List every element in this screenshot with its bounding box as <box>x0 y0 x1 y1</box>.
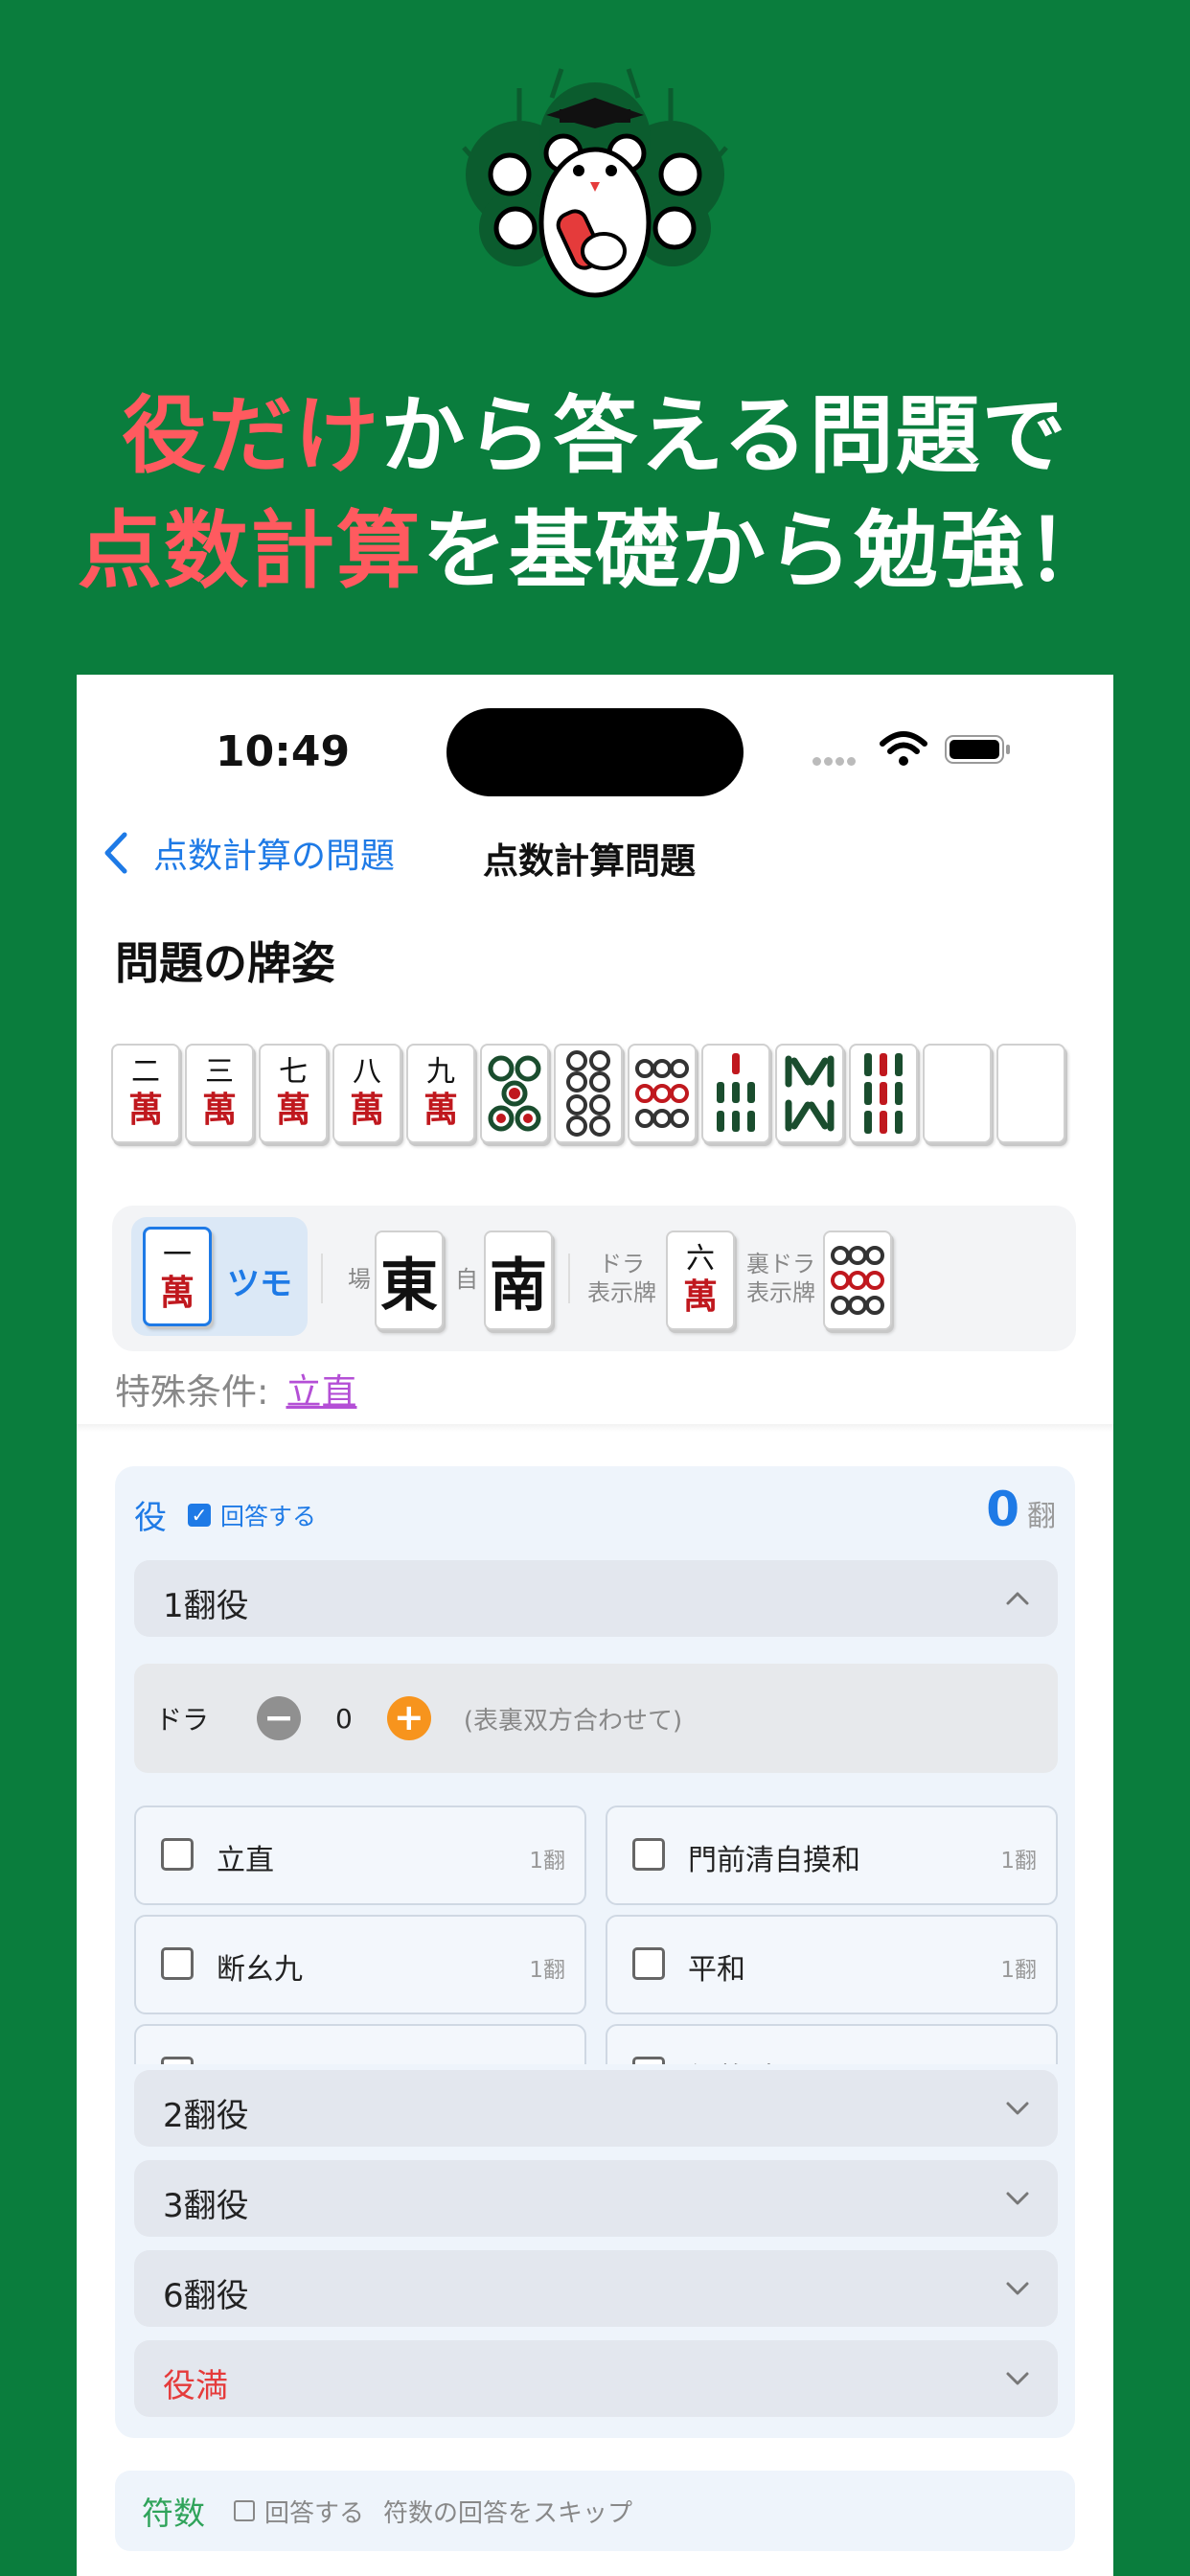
dora-value: 0 <box>335 1702 353 1735</box>
chevron-down-icon <box>1006 2102 1029 2115</box>
yaku-item-riichi[interactable]: 立直 1翻 <box>134 1806 586 1905</box>
yaku-item-yakuhai-east[interactable]: 役牌 東1翻 <box>606 2024 1058 2064</box>
yaku-item-menzen-tsumo[interactable]: 門前清自摸和 1翻 <box>606 1806 1058 1905</box>
chevron-down-icon <box>1006 2192 1029 2205</box>
accordion-1han-label: 1翻役 <box>163 1587 249 1625</box>
yaku-header: 役 ✓ 回答する <box>134 1491 316 1538</box>
seat-label: 自 <box>455 1266 478 1293</box>
dora-increment-button[interactable]: + <box>386 1696 431 1740</box>
checkbox[interactable] <box>161 1838 194 1871</box>
accordion-2han-label: 2翻役 <box>163 2097 249 2135</box>
tile-5pin-icon <box>480 1044 549 1143</box>
dora-decrement-button[interactable]: − <box>257 1696 302 1740</box>
back-button[interactable]: 点数計算の問題 <box>103 828 395 878</box>
round-label: 場 <box>348 1266 371 1293</box>
fu-panel: 符数 回答する 符数の回答をスキップ <box>115 2471 1075 2551</box>
status-time: 10:49 <box>216 727 351 776</box>
tile-8man: 八萬 <box>332 1044 401 1143</box>
mascot-bird-icon <box>462 68 728 298</box>
checkbox[interactable] <box>161 2057 194 2064</box>
hand-tiles: 二萬 三萬 七萬 八萬 九萬 <box>111 1044 1070 1143</box>
dora-label: ドラ <box>155 1704 210 1736</box>
han-total: 0 翻 <box>986 1482 1056 1537</box>
checkbox[interactable] <box>161 1947 194 1980</box>
checkbox[interactable] <box>632 2057 665 2064</box>
accordion-yakuman[interactable]: 役満 <box>134 2340 1058 2417</box>
checkbox[interactable] <box>632 1947 665 1980</box>
tile-7man: 七萬 <box>259 1044 328 1143</box>
tile-blank <box>996 1044 1065 1143</box>
tile-3man: 三萬 <box>185 1044 254 1143</box>
headline-text-1: から答える問題で <box>380 386 1068 485</box>
fu-title: 符数 <box>142 2495 205 2532</box>
dynamic-island <box>446 708 744 796</box>
conditions-box: 一萬 ツモ 場 東 自 南 ドラ 表示牌 六萬 裏ドラ 表示牌 <box>112 1206 1076 1351</box>
tile-7sou-icon <box>701 1044 770 1143</box>
yaku-answer-label: 回答する <box>220 1502 317 1530</box>
fu-answer-label: 回答する <box>264 2498 365 2528</box>
signal-icon <box>812 751 858 770</box>
han-total-unit: 翻 <box>1027 1500 1056 1533</box>
dora-indicator-label: ドラ 表示牌 <box>587 1251 656 1306</box>
accordion-3han[interactable]: 3翻役 <box>134 2160 1058 2237</box>
accordion-1han[interactable]: 1翻役 <box>134 1560 1058 1637</box>
chevron-down-icon <box>1006 2372 1029 2385</box>
divider <box>321 1254 323 1303</box>
tile-8sou-icon <box>775 1044 844 1143</box>
section-divider <box>77 1424 1113 1432</box>
phone-screen: 10:49 点数計算の問題 点数計算問題 問題の牌姿 二萬 三萬 七萬 八萬 九… <box>77 675 1113 2576</box>
accordion-yakuman-label: 役満 <box>163 2367 228 2405</box>
tile-2man: 二萬 <box>111 1044 180 1143</box>
section-title: 問題の牌姿 <box>115 937 335 989</box>
divider <box>568 1254 570 1303</box>
battery-icon <box>945 735 1010 764</box>
accordion-3han-label: 3翻役 <box>163 2187 249 2225</box>
accordion-6han[interactable]: 6翻役 <box>134 2250 1058 2327</box>
yaku-grid: 立直1翻 門前清自摸和1翻 断幺九1翻 平和1翻 一盃口1翻 役牌 東1翻 <box>134 1806 1058 2064</box>
wifi-icon <box>880 731 927 766</box>
chevron-down-icon <box>1006 2282 1029 2295</box>
round-wind-tile: 東 <box>375 1230 444 1330</box>
accordion-6han-label: 6翻役 <box>163 2277 249 2315</box>
back-label: 点数計算の問題 <box>153 837 396 876</box>
agari-tile-box: 一萬 ツモ <box>131 1217 308 1336</box>
headline-text-2: を基礎から勉強！ <box>423 501 1113 600</box>
uradora-indicator-tile-icon <box>823 1230 892 1330</box>
special-label: 特殊条件: <box>115 1371 269 1413</box>
yaku-title: 役 <box>134 1499 167 1537</box>
headline: 役だけから答える問題で 点数計算を基礎から勉強！ <box>0 379 1190 609</box>
yaku-answer-checkbox[interactable]: ✓ <box>188 1503 211 1527</box>
fu-skip-text: 符数の回答をスキップ <box>383 2498 633 2528</box>
tile-9pin-icon <box>628 1044 697 1143</box>
tile-8pin-icon <box>554 1044 623 1143</box>
dora-indicator-tile: 六萬 <box>666 1230 735 1330</box>
yaku-panel: 役 ✓ 回答する 0 翻 1翻役 ドラ − 0 + (表裏双方合わせて) 立直 1… <box>115 1466 1075 2438</box>
checkbox[interactable] <box>632 1838 665 1871</box>
tile-9sou-icon <box>849 1044 918 1143</box>
han-total-value: 0 <box>986 1482 1019 1537</box>
headline-red-2: 点数計算 <box>77 501 423 600</box>
seat-wind-tile: 南 <box>484 1230 553 1330</box>
tile-blank <box>923 1044 992 1143</box>
dora-stepper-row: ドラ − 0 + (表裏双方合わせて) <box>134 1664 1058 1773</box>
dora-hint: (表裏双方合わせて) <box>463 1706 683 1736</box>
chevron-left-icon <box>104 832 127 874</box>
uradora-indicator-label: 裏ドラ 表示牌 <box>746 1251 815 1306</box>
fu-answer-checkbox[interactable] <box>234 2500 255 2521</box>
special-conditions: 特殊条件: 立直 <box>115 1363 356 1414</box>
yaku-item-iipeikou[interactable]: 一盃口1翻 <box>134 2024 586 2064</box>
tile-9man: 九萬 <box>406 1044 475 1143</box>
agari-tile: 一萬 <box>143 1227 212 1326</box>
yaku-item-tanyao[interactable]: 断幺九 1翻 <box>134 1915 586 2014</box>
headline-red-1: 役だけ <box>122 386 381 485</box>
nav-title: 点数計算問題 <box>483 840 696 882</box>
yaku-item-pinfu[interactable]: 平和 1翻 <box>606 1915 1058 2014</box>
accordion-2han[interactable]: 2翻役 <box>134 2070 1058 2147</box>
chevron-up-icon <box>1006 1592 1029 1605</box>
agari-type-label: ツモ <box>227 1265 292 1303</box>
special-value-link[interactable]: 立直 <box>286 1371 356 1413</box>
